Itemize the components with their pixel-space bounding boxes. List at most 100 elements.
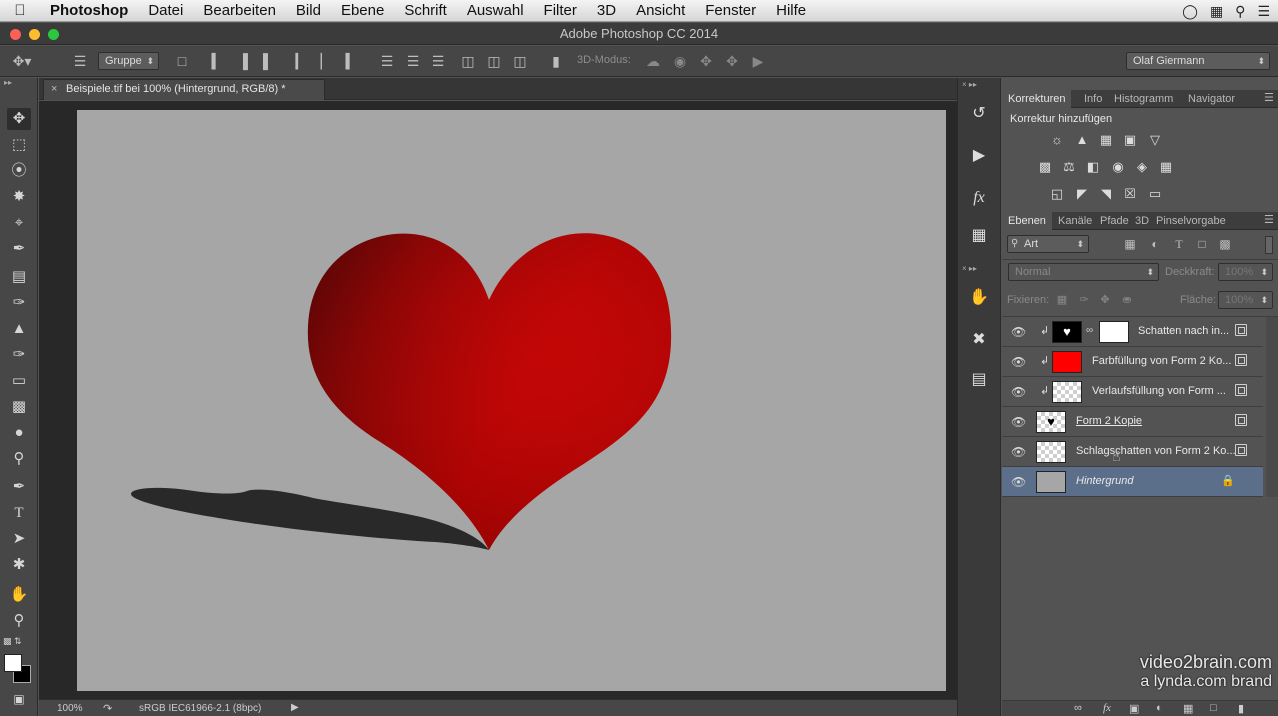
adjustments-panel-menu-icon[interactable]: ☰ [1264, 91, 1274, 104]
new-layer-icon[interactable]: □ [1210, 702, 1217, 714]
menu-3d[interactable]: 3D [587, 0, 626, 22]
3d-roll-icon[interactable]: ◉ [672, 53, 688, 69]
tab-pfade[interactable]: Pfade [1100, 215, 1129, 227]
layer-row[interactable]: 👁 ↲ Farbfüllung von Form 2 Ko... [1002, 347, 1263, 377]
threshold-icon[interactable]: ◥ [1097, 186, 1115, 202]
tool-presets-panel-icon[interactable]: ✖ [966, 328, 992, 352]
eyedropper-tool-icon[interactable]: ✒ [7, 238, 31, 260]
styles-panel-icon[interactable]: fx [966, 186, 992, 210]
clone-stamp-tool-icon[interactable]: ▲ [7, 318, 31, 340]
menu-schrift[interactable]: Schrift [394, 0, 457, 22]
tab-kanaele[interactable]: Kanäle [1058, 215, 1092, 227]
link-layers-icon[interactable]: ∞ [1074, 702, 1082, 714]
search-icon[interactable]: ⚲ [1235, 3, 1245, 20]
distribute-hcenter-icon[interactable]: ◫ [486, 53, 502, 69]
3d-rotate-icon[interactable]: ☁ [645, 53, 661, 69]
layer-name[interactable]: Schatten nach in... [1138, 325, 1236, 337]
pen-tool-icon[interactable]: ✒ [7, 476, 31, 498]
creative-cloud-icon[interactable]: ◯ [1182, 3, 1198, 20]
menu-fenster[interactable]: Fenster [695, 0, 766, 22]
share-icon[interactable]: ↷ [103, 702, 112, 715]
align-right-icon[interactable]: ▍ [343, 53, 359, 69]
color-lookup-icon[interactable]: ▦ [1157, 159, 1175, 175]
align-hcenter-icon[interactable]: ▏ [318, 53, 334, 69]
healing-brush-tool-icon[interactable]: ▤ [7, 266, 31, 288]
channel-mixer-icon[interactable]: ◈ [1133, 159, 1151, 175]
levels-icon[interactable]: ▲ [1073, 132, 1091, 148]
layer-name[interactable]: Hintergrund [1076, 475, 1216, 487]
blend-mode-dropdown[interactable]: Normal [1008, 263, 1159, 281]
filter-adjustment-icon[interactable]: ◐ [1147, 236, 1163, 252]
history-panel-icon[interactable]: ↺ [966, 102, 992, 126]
menu-bearbeiten[interactable]: Bearbeiten [193, 0, 286, 22]
brightness-contrast-icon[interactable]: ☼ [1048, 132, 1066, 148]
menu-filter[interactable]: Filter [534, 0, 587, 22]
vibrance-icon[interactable]: ▽ [1146, 132, 1164, 148]
dodge-tool-icon[interactable]: ⚲ [7, 448, 31, 470]
visibility-eye-icon[interactable]: 👁 [1011, 475, 1026, 489]
document-tab[interactable]: × Beispiele.tif bei 100% (Hintergrund, R… [43, 79, 325, 100]
photo-filter-icon[interactable]: ◉ [1109, 159, 1127, 175]
layer-row[interactable]: 👁 ♥ Form 2 Kopie [1002, 407, 1263, 437]
lasso-tool-icon[interactable]: ⦿ [7, 160, 31, 182]
blur-tool-icon[interactable]: ● [7, 422, 31, 444]
menu-datei[interactable]: Datei [138, 0, 193, 22]
tab-navigator[interactable]: Navigator [1188, 93, 1235, 105]
filter-pixel-icon[interactable]: ▦ [1122, 236, 1138, 252]
layer-row[interactable]: 👁 Schlagschatten von Form 2 Ko... [1002, 437, 1263, 467]
opacity-field[interactable]: 100% [1218, 263, 1273, 281]
filter-smartobject-icon[interactable]: ▩ [1217, 236, 1233, 252]
apple-menu-icon[interactable]:  [0, 2, 40, 19]
menu-app-name[interactable]: Photoshop [40, 0, 138, 22]
auto-select-icon[interactable]: ☰ [72, 53, 88, 69]
actions-panel-icon[interactable]: ▶ [966, 144, 992, 168]
tools-collapse-icon[interactable]: ▸▸ [0, 78, 38, 88]
menu-bild[interactable]: Bild [286, 0, 331, 22]
new-adjustment-layer-icon[interactable]: ◐ [1156, 702, 1163, 714]
hand-tool-icon[interactable]: ✋ [7, 584, 31, 606]
history-brush-tool-icon[interactable]: ✑ [7, 344, 31, 366]
menu-ansicht[interactable]: Ansicht [626, 0, 695, 22]
layer-name[interactable]: Schlagschatten von Form 2 Ko... [1076, 445, 1236, 457]
brush-tool-icon[interactable]: ✑ [7, 292, 31, 314]
quick-selection-tool-icon[interactable]: ✸ [7, 186, 31, 208]
properties-panel-icon[interactable]: ▤ [966, 368, 992, 392]
curves-icon[interactable]: ▦ [1097, 132, 1115, 148]
visibility-eye-icon[interactable]: 👁 [1011, 325, 1026, 339]
align-left-icon[interactable]: ▎ [293, 53, 309, 69]
layers-panel-menu-icon[interactable]: ☰ [1264, 213, 1274, 226]
visibility-eye-icon[interactable]: 👁 [1011, 355, 1026, 369]
dock-close-icon[interactable]: × ▸▸ [962, 80, 977, 89]
3d-pan-icon[interactable]: ✥ [698, 53, 714, 69]
zoom-level[interactable]: 100% [57, 703, 83, 714]
tab-korrekturen[interactable]: Korrekturen [1002, 90, 1072, 108]
distribute-left-icon[interactable]: ◫ [460, 53, 476, 69]
3d-scale-icon[interactable]: ▶ [750, 53, 766, 69]
layer-lock-icon[interactable]: 🔒 [1221, 474, 1235, 487]
crop-tool-icon[interactable]: ⌖ [7, 212, 31, 234]
align-vcenter-icon[interactable]: ▐ [235, 53, 251, 69]
eraser-tool-icon[interactable]: ▭ [7, 370, 31, 392]
layer-filter-kind-dropdown[interactable]: Art [1007, 235, 1089, 253]
zoom-tool-icon[interactable]: ⚲ [7, 610, 31, 632]
filter-shape-icon[interactable]: □ [1194, 236, 1210, 252]
lock-position-icon[interactable]: ✥ [1097, 292, 1113, 308]
tab-3d[interactable]: 3D [1135, 215, 1149, 227]
color-balance-icon[interactable]: ⚖ [1060, 159, 1078, 175]
align-top-icon[interactable]: ▍ [209, 53, 225, 69]
invert-icon[interactable]: ◱ [1048, 186, 1066, 202]
selective-color-icon[interactable]: ☒ [1121, 186, 1139, 202]
workspace-dropdown[interactable]: Olaf Giermann [1126, 52, 1270, 70]
distribute-bottom-icon[interactable]: ☰ [430, 53, 446, 69]
distribute-top-icon[interactable]: ☰ [379, 53, 395, 69]
layer-row[interactable]: 👁 ↲ Verlaufsfüllung von Form ... [1002, 377, 1263, 407]
filter-type-icon[interactable]: T [1171, 236, 1187, 252]
dock2-close-icon[interactable]: × ▸▸ [962, 264, 977, 273]
move-tool-preset-icon[interactable]: ✥▾ [8, 53, 36, 69]
fill-field[interactable]: 100% [1218, 291, 1273, 309]
tab-histogramm[interactable]: Histogramm [1114, 93, 1173, 105]
brush-presets-panel-icon[interactable]: ✋ [966, 286, 992, 310]
document-canvas[interactable] [77, 110, 946, 691]
visibility-eye-icon[interactable]: 👁 [1011, 415, 1026, 429]
move-tool-icon[interactable]: ✥ [7, 108, 31, 130]
